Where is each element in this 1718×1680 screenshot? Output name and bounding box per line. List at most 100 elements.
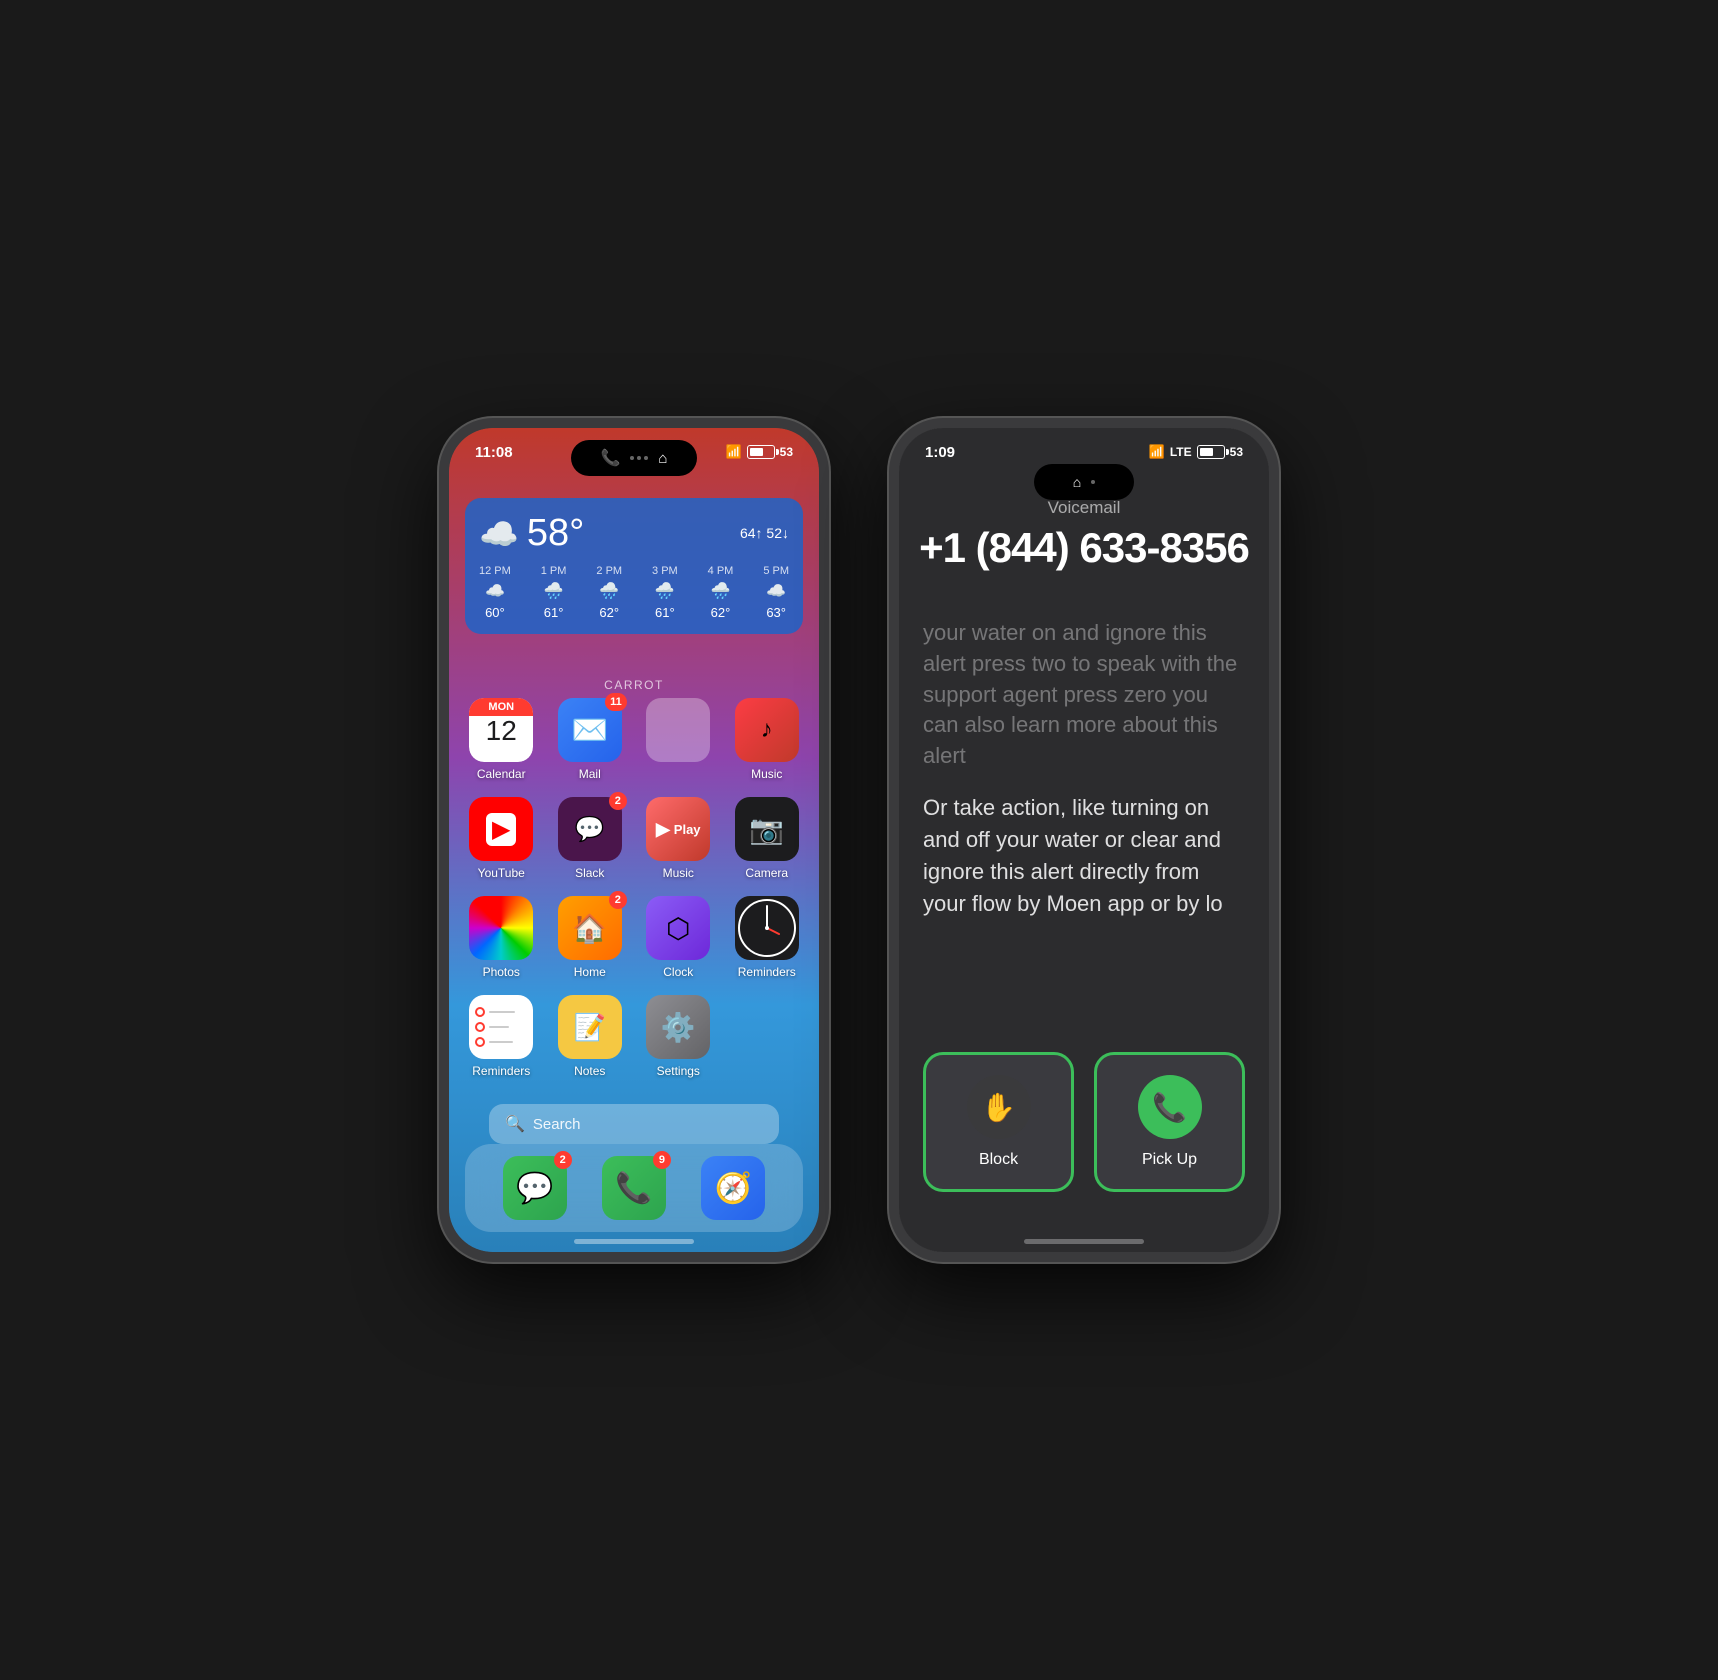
weather-hour-2: 2 PM 🌧️ 62° [596, 565, 622, 620]
messages-badge: 2 [554, 1151, 572, 1169]
dock-phone[interactable]: 📞 9 [602, 1156, 666, 1220]
di-voicemail-right: ⌂ [1073, 474, 1081, 490]
left-phone: 11:08 📶 53 📞 ⌂ ☁️ [439, 418, 829, 1262]
hour-icon-1: 🌧️ [544, 581, 564, 601]
phone-badge: 9 [653, 1151, 671, 1169]
di-dot-3 [644, 456, 648, 460]
app-play[interactable]: ▶ Play Music [642, 797, 715, 880]
app-music[interactable]: ♪ Music [731, 698, 804, 781]
call-icon: 📞 [601, 448, 621, 468]
pickup-icon: 📞 [1152, 1091, 1187, 1124]
di-dot-1 [630, 456, 634, 460]
weather-hilow: 64↑ 52↓ [740, 524, 789, 544]
phone-icon-container: 📞 9 [602, 1156, 666, 1220]
weather-hour-5: 5 PM ☁️ 63° [763, 565, 789, 620]
hour-label-0: 12 PM [479, 565, 511, 577]
app-label-music: Music [751, 767, 782, 781]
transcript-visible: Or take action, like turning on and off … [923, 792, 1245, 920]
app-camera[interactable]: 📷 Camera [731, 797, 804, 880]
section-label: CARROT [449, 678, 819, 692]
reminders-dot-2 [475, 1022, 485, 1032]
weather-hour-3: 3 PM 🌧️ 61° [652, 565, 678, 620]
voicemail-actions: ✋ Block 📞 Pick Up [923, 1052, 1245, 1192]
music-icon: ♪ [761, 716, 773, 744]
app-label-camera: Camera [745, 866, 788, 880]
app-label-slack: Slack [575, 866, 604, 880]
reminders-line-1 [489, 1011, 515, 1013]
play-label: Play [674, 822, 701, 837]
battery-fill-right [1200, 448, 1213, 456]
hour-temp-3: 61° [655, 605, 675, 620]
voicemail-number: +1 (844) 633-8356 [899, 524, 1269, 572]
app-notes[interactable]: 📝 Notes [554, 995, 627, 1078]
right-phone: 1:09 ⌂ 📶 LTE 53 Voicemail + [889, 418, 1279, 1262]
block-label: Block [979, 1151, 1018, 1169]
hour-label-5: 5 PM [763, 565, 789, 577]
app-label-mail: Mail [579, 767, 601, 781]
dock-messages[interactable]: 💬 2 [503, 1156, 567, 1220]
safari-icon-container: 🧭 [701, 1156, 765, 1220]
status-time-right: 1:09 [925, 444, 955, 461]
app-reminders[interactable]: Reminders [465, 995, 538, 1078]
hour-temp-2: 62° [599, 605, 619, 620]
app-shortcuts[interactable]: ⬡ Clock [642, 896, 715, 979]
weather-hour-1: 1 PM 🌧️ 61° [541, 565, 567, 620]
di-dot-2 [637, 456, 641, 460]
app-label-photos: Photos [483, 965, 520, 979]
voicemail-header: Voicemail +1 (844) 633-8356 [899, 498, 1269, 572]
youtube-icon: ▶ [486, 813, 516, 846]
app-grid: MON 12 Calendar ✉️ 11 Mail [465, 698, 803, 1078]
app-calendar[interactable]: MON 12 Calendar [465, 698, 538, 781]
camera-icon: 📷 [749, 813, 784, 846]
voicemail-label: Voicemail [899, 498, 1269, 518]
app-slack[interactable]: 💬 2 Slack [554, 797, 627, 880]
app-placeholder[interactable] [642, 698, 715, 781]
home-screen: 11:08 📶 53 📞 ⌂ ☁️ [449, 428, 819, 1252]
mail-badge: 11 [605, 693, 627, 711]
app-clock[interactable]: Reminders [731, 896, 804, 979]
hour-icon-4: 🌧️ [711, 581, 731, 601]
home-icon: 🏠 [572, 912, 607, 945]
search-icon: 🔍 [505, 1114, 525, 1134]
dynamic-island[interactable]: 📞 ⌂ [571, 440, 697, 476]
weather-icon: ☁️ [479, 515, 519, 553]
weather-hour-0: 12 PM ☁️ 60° [479, 565, 511, 620]
app-home[interactable]: 🏠 2 Home [554, 896, 627, 979]
weather-widget[interactable]: ☁️ 58° 64↑ 52↓ 12 PM ☁️ 60° 1 PM 🌧️ 61° [465, 498, 803, 634]
safari-icon: 🧭 [715, 1171, 752, 1206]
hour-label-3: 3 PM [652, 565, 678, 577]
pickup-label: Pick Up [1142, 1151, 1197, 1169]
weather-high: 64↑ 52↓ [740, 524, 789, 544]
app-youtube[interactable]: ▶ YouTube [465, 797, 538, 880]
calendar-day-label: MON [469, 698, 533, 716]
battery-icon [747, 445, 775, 459]
app-label-settings: Settings [657, 1064, 700, 1078]
app-label-youtube: YouTube [478, 866, 525, 880]
messages-icon: 💬 [516, 1171, 553, 1206]
weather-temperature: 58° [527, 512, 584, 555]
status-icons: 📶 53 [725, 444, 793, 460]
pickup-button[interactable]: 📞 Pick Up [1094, 1052, 1245, 1192]
app-label-home: Home [574, 965, 606, 979]
status-time: 11:08 [475, 444, 513, 461]
search-bar[interactable]: 🔍 Search [489, 1104, 779, 1144]
di-voicemail-icon: ⌂ [658, 450, 667, 467]
hour-label-1: 1 PM [541, 565, 567, 577]
app-settings[interactable]: ⚙️ Settings [642, 995, 715, 1078]
lte-label: LTE [1170, 445, 1192, 459]
di-dots-right [1091, 480, 1095, 484]
dock-safari[interactable]: 🧭 [701, 1156, 765, 1220]
app-photos[interactable]: Photos [465, 896, 538, 979]
app-label-reminders: Reminders [472, 1064, 530, 1078]
phone-icon: 📞 [615, 1171, 652, 1206]
clock-face-svg [735, 896, 799, 960]
app-mail[interactable]: ✉️ 11 Mail [554, 698, 627, 781]
status-bar-right: 1:09 ⌂ 📶 LTE 53 [899, 442, 1269, 462]
dynamic-island-right: ⌂ [1034, 464, 1134, 500]
battery-percent-right: 53 [1230, 445, 1243, 459]
block-button[interactable]: ✋ Block [923, 1052, 1074, 1192]
home-indicator [574, 1239, 694, 1244]
battery-fill [750, 448, 763, 456]
app-label-calendar: Calendar [477, 767, 526, 781]
weather-hour-4: 4 PM 🌧️ 62° [708, 565, 734, 620]
